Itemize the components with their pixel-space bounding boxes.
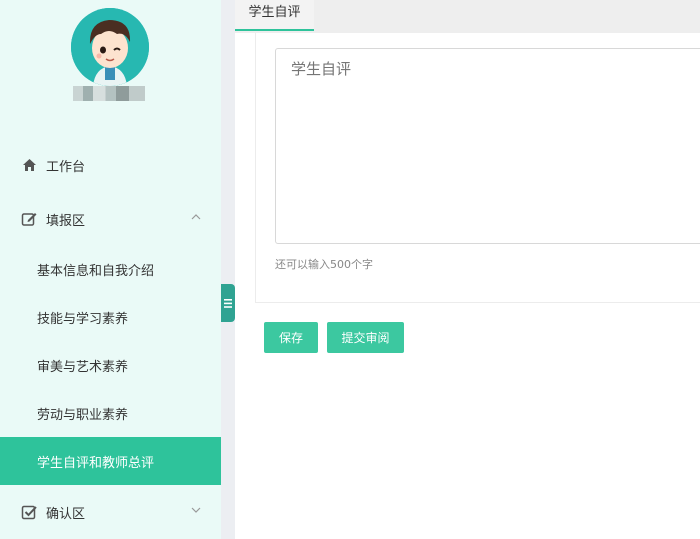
submit-review-button[interactable]: 提交审阅 bbox=[327, 322, 404, 353]
home-icon bbox=[20, 156, 38, 174]
save-button[interactable]: 保存 bbox=[264, 322, 318, 353]
sidebar-item-workbench[interactable]: 工作台 bbox=[0, 141, 221, 189]
sidebar-subitem-label: 学生自评和教师总评 bbox=[37, 455, 155, 471]
sidebar-item-label: 工作台 bbox=[46, 159, 86, 175]
sidebar-subitem-aesthetics[interactable]: 审美与艺术素养 bbox=[0, 341, 221, 389]
char-count-hint: 还可以输入500个字 bbox=[275, 258, 373, 271]
sidebar-subitem-label: 审美与艺术素养 bbox=[37, 359, 129, 375]
sidebar-subitem-basic-info[interactable]: 基本信息和自我介绍 bbox=[0, 245, 221, 293]
sidebar-subitem-label: 基本信息和自我介绍 bbox=[37, 263, 155, 279]
tab-student-self-eval[interactable]: 学生自评 bbox=[235, 0, 314, 31]
avatar[interactable] bbox=[71, 8, 149, 86]
sidebar-item-fill-area[interactable]: 填报区 bbox=[0, 195, 221, 243]
checkbox-icon bbox=[20, 503, 38, 521]
avatar-image bbox=[71, 8, 149, 86]
sidebar-subitem-skills[interactable]: 技能与学习素养 bbox=[0, 293, 221, 341]
sidebar-subitem-label: 劳动与职业素养 bbox=[37, 407, 129, 423]
sidebar: 工作台 填报区 基本信息和自我介绍 技能与学习素养 审美与艺术素养 劳动与职业素… bbox=[0, 0, 221, 539]
sidebar-subitem-label: 技能与学习素养 bbox=[37, 311, 129, 327]
sidebar-item-label: 填报区 bbox=[46, 213, 86, 229]
sidebar-gutter bbox=[221, 0, 235, 539]
sidebar-collapse-handle[interactable] bbox=[221, 284, 235, 322]
sidebar-item-label: 确认区 bbox=[46, 506, 86, 522]
username-obscured bbox=[73, 86, 145, 101]
edit-icon bbox=[20, 210, 38, 228]
menu-icon bbox=[224, 298, 232, 308]
sidebar-item-confirm-area[interactable]: 确认区 bbox=[0, 488, 221, 536]
chevron-down-icon bbox=[191, 504, 201, 514]
tab-bar: 学生自评 bbox=[235, 0, 700, 33]
sidebar-subitem-self-evaluation[interactable]: 学生自评和教师总评 bbox=[0, 437, 221, 485]
sidebar-subitem-labor[interactable]: 劳动与职业素养 bbox=[0, 389, 221, 437]
self-evaluation-textarea[interactable] bbox=[275, 48, 700, 244]
chevron-up-icon bbox=[191, 211, 201, 221]
